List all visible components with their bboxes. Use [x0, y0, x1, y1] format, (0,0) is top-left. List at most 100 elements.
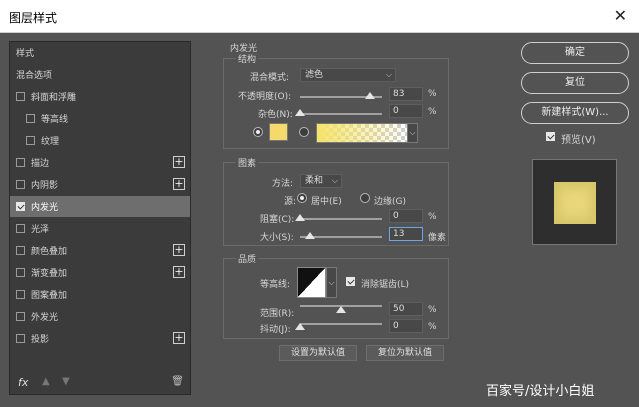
new-style-button[interactable]: 新建样式(W)...: [521, 102, 629, 124]
style-item-label: 光泽: [31, 225, 50, 235]
preview-checkbox[interactable]: [546, 132, 555, 141]
add-gradient-overlay-plus-icon[interactable]: +: [173, 266, 185, 278]
add-color-overlay-plus-icon[interactable]: +: [173, 244, 185, 256]
styles-list-item-inner-shadow[interactable]: 内阴影 +: [10, 174, 190, 195]
glow-gradient-swatch[interactable]: [316, 123, 408, 143]
fx-icon[interactable]: fx: [18, 376, 28, 389]
style-item-label: 斜面和浮雕: [31, 93, 77, 103]
source-edge-radio[interactable]: [360, 193, 370, 203]
ok-button[interactable]: 确定: [521, 42, 629, 64]
styles-list-item-blending-options[interactable]: 混合选项: [10, 64, 190, 85]
opacity-label: 不透明度(O):: [238, 92, 292, 102]
source-edge-label: 边缘(G): [374, 197, 406, 207]
arrow-up-icon[interactable]: ▲: [42, 376, 50, 387]
style-item-label: 混合选项: [16, 71, 53, 81]
size-label: 大小(S):: [260, 233, 294, 243]
style-item-label: 颜色叠加: [31, 247, 68, 257]
style-preview: [532, 159, 617, 245]
add-drop-shadow-plus-icon[interactable]: +: [173, 332, 185, 344]
chevron-down-icon: ⌵: [385, 70, 392, 79]
method-select[interactable]: 柔和 ⌵: [300, 174, 342, 188]
solid-color-radio[interactable]: [253, 127, 263, 137]
bevel-emboss-checkbox[interactable]: [16, 92, 25, 101]
gradient-dropdown-chevron-icon[interactable]: ⌵: [407, 123, 418, 143]
choke-input[interactable]: 0: [389, 209, 423, 223]
structure-title: 结构: [236, 52, 259, 65]
range-input[interactable]: 50: [389, 302, 423, 316]
reset-default-button[interactable]: 复位为默认值: [366, 345, 444, 361]
styles-list-item-stroke[interactable]: 描边 +: [10, 152, 190, 173]
jitter-slider-track[interactable]: [300, 323, 382, 325]
size-slider-thumb[interactable]: [305, 232, 315, 239]
pattern-overlay-checkbox[interactable]: [16, 290, 25, 299]
choke-label: 阻塞(C):: [260, 215, 295, 225]
stroke-checkbox[interactable]: [16, 158, 25, 167]
styles-list-item-outer-glow[interactable]: 外发光: [10, 306, 190, 327]
styles-list-toolbar: fx ▲ ▼ 🗑: [10, 372, 190, 394]
satin-checkbox[interactable]: [16, 224, 25, 233]
noise-unit: %: [428, 107, 437, 117]
add-inner-shadow-plus-icon[interactable]: +: [173, 178, 185, 190]
style-item-label: 等高线: [41, 115, 69, 125]
color-overlay-checkbox[interactable]: [16, 246, 25, 255]
styles-list-item-color-overlay[interactable]: 颜色叠加 +: [10, 240, 190, 261]
trash-icon[interactable]: 🗑: [171, 376, 184, 387]
set-default-button[interactable]: 设置为默认值: [279, 345, 357, 361]
contour-checkbox[interactable]: [26, 114, 35, 123]
styles-list-item-satin[interactable]: 光泽: [10, 218, 190, 239]
choke-slider-track[interactable]: [300, 218, 382, 220]
gradient-overlay-checkbox[interactable]: [16, 268, 25, 277]
inner-shadow-checkbox[interactable]: [16, 180, 25, 189]
styles-list-item-contour[interactable]: 等高线: [10, 108, 190, 129]
blend-mode-select[interactable]: 滤色 ⌵: [300, 68, 396, 82]
contour-dropdown-chevron-icon[interactable]: ⌵: [326, 267, 337, 298]
styles-list-item-pattern-overlay[interactable]: 图案叠加: [10, 284, 190, 305]
style-item-label: 图案叠加: [31, 291, 68, 301]
range-slider-thumb[interactable]: [336, 306, 346, 313]
noise-input[interactable]: 0: [389, 104, 423, 118]
opacity-input[interactable]: 83: [389, 87, 423, 101]
preview-swatch: [554, 182, 596, 224]
noise-slider-track[interactable]: [300, 113, 382, 115]
styles-list-item-drop-shadow[interactable]: 投影 +: [10, 328, 190, 349]
styles-list-item-styles[interactable]: 样式: [10, 42, 190, 63]
source-label: 源:: [284, 197, 297, 207]
jitter-input[interactable]: 0: [389, 319, 423, 333]
choke-unit: %: [428, 212, 437, 222]
add-stroke-plus-icon[interactable]: +: [173, 156, 185, 168]
reset-button[interactable]: 复位: [521, 72, 629, 94]
size-unit: 像素: [428, 233, 447, 243]
preview-label: 预览(V): [561, 135, 596, 146]
opacity-unit: %: [428, 89, 437, 99]
styles-list-item-bevel-emboss[interactable]: 斜面和浮雕: [10, 86, 190, 107]
glow-color-swatch[interactable]: [269, 123, 288, 141]
elements-title: 图素: [236, 156, 259, 169]
title-bar: 图层样式 ✕: [0, 0, 639, 33]
style-item-label: 内发光: [31, 203, 59, 213]
opacity-slider-thumb[interactable]: [365, 92, 375, 99]
style-item-label: 投影: [31, 335, 50, 345]
styles-list-item-inner-glow[interactable]: 内发光: [10, 196, 190, 217]
style-item-label: 描边: [31, 159, 50, 169]
drop-shadow-checkbox[interactable]: [16, 334, 25, 343]
jitter-slider-thumb[interactable]: [295, 323, 305, 330]
close-icon[interactable]: ✕: [614, 6, 627, 25]
inner-glow-checkbox[interactable]: [16, 202, 25, 211]
contour-preview[interactable]: [297, 267, 326, 298]
source-center-radio[interactable]: [297, 193, 307, 203]
antialias-checkbox[interactable]: [346, 277, 355, 286]
outer-glow-checkbox[interactable]: [16, 312, 25, 321]
noise-label: 杂色(N):: [258, 110, 293, 120]
styles-list-item-texture[interactable]: 纹理: [10, 130, 190, 151]
styles-list-item-gradient-overlay[interactable]: 渐变叠加 +: [10, 262, 190, 283]
noise-slider-thumb[interactable]: [295, 109, 305, 116]
arrow-down-icon[interactable]: ▼: [62, 376, 70, 387]
style-item-label: 外发光: [31, 313, 59, 323]
texture-checkbox[interactable]: [26, 136, 35, 145]
method-label: 方法:: [272, 179, 294, 189]
choke-slider-thumb[interactable]: [295, 214, 305, 221]
range-label: 范围(R):: [260, 309, 295, 319]
gradient-radio[interactable]: [299, 127, 309, 137]
blend-mode-label: 混合模式:: [250, 73, 290, 83]
size-input[interactable]: 13: [389, 227, 423, 241]
